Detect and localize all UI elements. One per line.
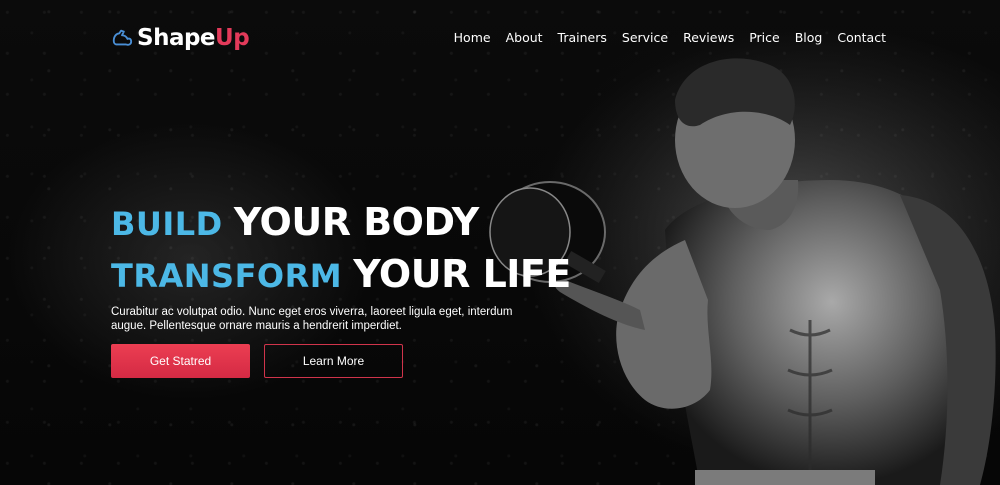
nav-about[interactable]: About — [506, 30, 543, 45]
headline-main-2: YOUR LIFE — [353, 252, 571, 296]
logo[interactable]: Shape Up — [111, 25, 250, 51]
hero-description: Curabitur ac volutpat odio. Nunc eget er… — [111, 306, 513, 332]
top-navbar: Shape Up Home About Trainers Service Revi… — [0, 0, 1000, 76]
learn-more-button[interactable]: Learn More — [264, 344, 403, 378]
nav-home[interactable]: Home — [454, 30, 491, 45]
logo-text-shape: Shape — [137, 25, 216, 51]
headline-accent-2: TRANSFORM — [111, 257, 343, 295]
nav-blog[interactable]: Blog — [795, 30, 823, 45]
main-nav: Home About Trainers Service Reviews Pric… — [439, 30, 886, 45]
nav-price[interactable]: Price — [749, 30, 780, 45]
headline-accent-1: BUILD — [111, 205, 223, 243]
nav-service[interactable]: Service — [622, 30, 668, 45]
hero-headline: BUILD YOUR BODY TRANSFORM YOUR LIFE — [111, 197, 571, 301]
logo-text-up: Up — [215, 25, 250, 51]
get-started-button[interactable]: Get Statred — [111, 344, 250, 378]
nav-reviews[interactable]: Reviews — [683, 30, 734, 45]
flexed-arm-icon — [112, 29, 133, 46]
headline-line-2: TRANSFORM YOUR LIFE — [111, 249, 571, 301]
headline-line-1: BUILD YOUR BODY — [111, 197, 571, 249]
headline-main-1: YOUR BODY — [233, 200, 479, 244]
nav-contact[interactable]: Contact — [837, 30, 886, 45]
nav-trainers[interactable]: Trainers — [558, 30, 607, 45]
